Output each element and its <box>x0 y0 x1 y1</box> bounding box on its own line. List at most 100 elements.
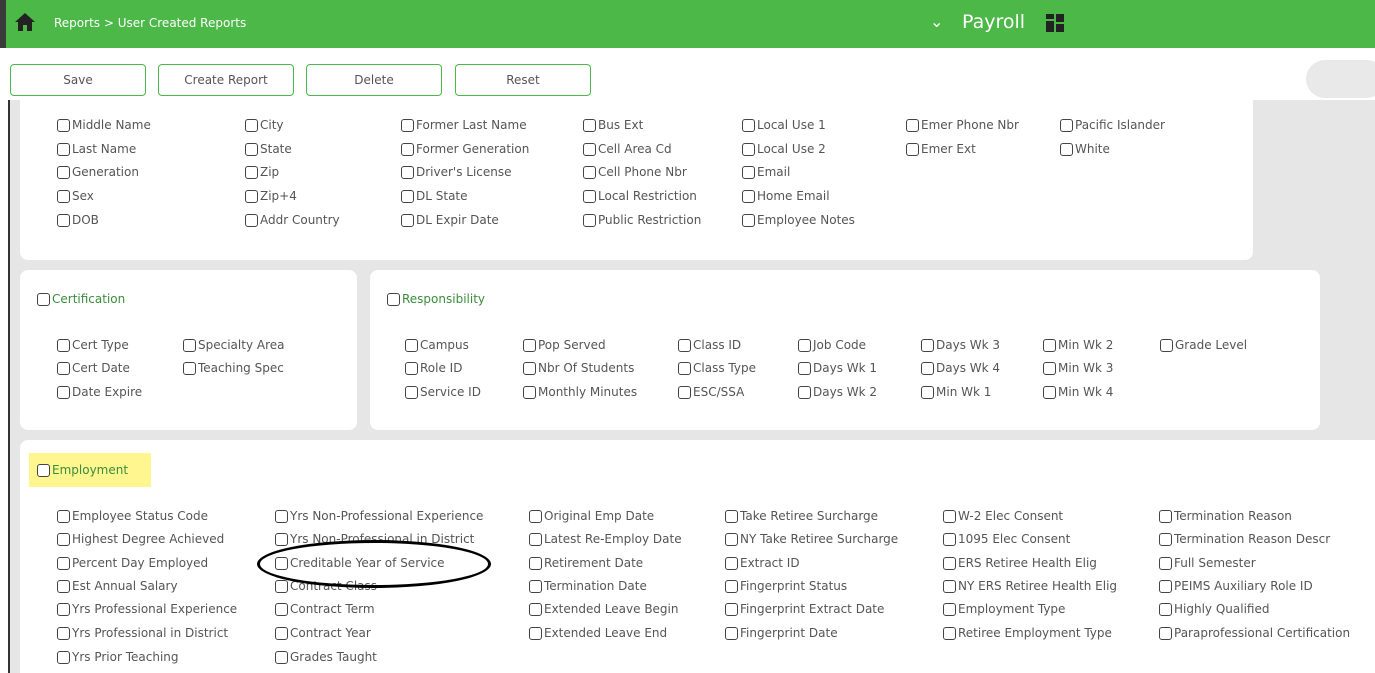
checkbox[interactable] <box>405 361 418 375</box>
checkbox-fingerprint-status[interactable]: Fingerprint Status <box>725 579 847 593</box>
checkbox-yrs-professional-experience[interactable]: Yrs Professional Experience <box>57 602 237 616</box>
checkbox[interactable] <box>725 579 738 593</box>
checkbox[interactable] <box>1043 338 1056 352</box>
checkbox-pacific-islander[interactable]: Pacific Islander <box>1060 118 1165 132</box>
checkbox-days-wk-1[interactable]: Days Wk 1 <box>798 361 877 375</box>
checkbox[interactable] <box>401 165 414 179</box>
checkbox-retirement-date[interactable]: Retirement Date <box>529 556 643 570</box>
checkbox-cell-phone-nbr[interactable]: Cell Phone Nbr <box>583 165 687 179</box>
checkbox[interactable] <box>1043 361 1056 375</box>
checkbox[interactable] <box>57 213 70 227</box>
search-pill[interactable] <box>1306 60 1375 98</box>
checkbox[interactable] <box>1159 509 1172 523</box>
checkbox[interactable] <box>906 142 919 156</box>
delete-button[interactable]: Delete <box>306 64 442 96</box>
checkbox-generation[interactable]: Generation <box>57 165 139 179</box>
checkbox-former-last-name[interactable]: Former Last Name <box>401 118 527 132</box>
checkbox[interactable] <box>943 579 956 593</box>
checkbox[interactable] <box>57 532 70 546</box>
checkbox[interactable] <box>275 650 288 664</box>
checkbox-highly-qualified[interactable]: Highly Qualified <box>1159 602 1269 616</box>
checkbox-grades-taught[interactable]: Grades Taught <box>275 650 377 664</box>
checkbox-retiree-employment-type[interactable]: Retiree Employment Type <box>943 626 1112 640</box>
checkbox-certification-section[interactable]: Certification <box>37 292 125 306</box>
checkbox[interactable] <box>678 385 691 399</box>
checkbox-employee-status-code[interactable]: Employee Status Code <box>57 509 208 523</box>
checkbox-min-wk-1[interactable]: Min Wk 1 <box>921 385 991 399</box>
checkbox-local-restriction[interactable]: Local Restriction <box>583 189 697 203</box>
home-icon[interactable] <box>14 12 36 32</box>
checkbox[interactable] <box>583 142 596 156</box>
checkbox[interactable] <box>275 602 288 616</box>
save-button[interactable]: Save <box>10 64 146 96</box>
checkbox[interactable] <box>275 509 288 523</box>
checkbox-cert-date[interactable]: Cert Date <box>57 361 130 375</box>
checkbox[interactable] <box>943 626 956 640</box>
checkbox-extract-id[interactable]: Extract ID <box>725 556 800 570</box>
checkbox[interactable] <box>1159 626 1172 640</box>
checkbox[interactable] <box>943 509 956 523</box>
checkbox[interactable] <box>583 213 596 227</box>
checkbox-latest-re-employ-date[interactable]: Latest Re-Employ Date <box>529 532 682 546</box>
checkbox-campus[interactable]: Campus <box>405 338 469 352</box>
checkbox[interactable] <box>387 292 400 306</box>
checkbox-employee-notes[interactable]: Employee Notes <box>742 213 855 227</box>
checkbox[interactable] <box>57 118 70 132</box>
checkbox-former-generation[interactable]: Former Generation <box>401 142 529 156</box>
checkbox[interactable] <box>742 213 755 227</box>
checkbox-responsibility-section[interactable]: Responsibility <box>387 292 485 306</box>
checkbox-termination-reason-descr[interactable]: Termination Reason Descr <box>1159 532 1330 546</box>
create-report-button[interactable]: Create Report <box>158 64 294 96</box>
checkbox[interactable] <box>1060 118 1073 132</box>
checkbox-ny-ers-retiree-health-elig[interactable]: NY ERS Retiree Health Elig <box>943 579 1117 593</box>
checkbox[interactable] <box>906 118 919 132</box>
checkbox-middle-name[interactable]: Middle Name <box>57 118 151 132</box>
checkbox[interactable] <box>275 532 288 546</box>
checkbox[interactable] <box>529 626 542 640</box>
checkbox[interactable] <box>1160 338 1173 352</box>
checkbox-cell-area-cd[interactable]: Cell Area Cd <box>583 142 672 156</box>
checkbox[interactable] <box>583 118 596 132</box>
checkbox[interactable] <box>401 142 414 156</box>
checkbox-email[interactable]: Email <box>742 165 790 179</box>
checkbox-job-code[interactable]: Job Code <box>798 338 866 352</box>
checkbox[interactable] <box>57 602 70 616</box>
checkbox[interactable] <box>183 338 196 352</box>
checkbox-yrs-non-prof-experience[interactable]: Yrs Non-Professional Experience <box>275 509 483 523</box>
checkbox[interactable] <box>57 165 70 179</box>
checkbox[interactable] <box>1060 142 1073 156</box>
checkbox[interactable] <box>405 338 418 352</box>
checkbox[interactable] <box>798 361 811 375</box>
checkbox[interactable] <box>37 463 50 477</box>
checkbox[interactable] <box>725 532 738 546</box>
checkbox[interactable] <box>275 579 288 593</box>
checkbox-fingerprint-extract-date[interactable]: Fingerprint Extract Date <box>725 602 884 616</box>
checkbox[interactable] <box>245 165 258 179</box>
checkbox-addr-country[interactable]: Addr Country <box>245 213 340 227</box>
checkbox[interactable] <box>245 142 258 156</box>
checkbox[interactable] <box>1043 385 1056 399</box>
checkbox-class-type[interactable]: Class Type <box>678 361 756 375</box>
checkbox-zip4[interactable]: Zip+4 <box>245 189 297 203</box>
checkbox-pop-served[interactable]: Pop Served <box>523 338 606 352</box>
checkbox-extended-leave-end[interactable]: Extended Leave End <box>529 626 667 640</box>
checkbox-home-email[interactable]: Home Email <box>742 189 830 203</box>
checkbox-highest-degree-achieved[interactable]: Highest Degree Achieved <box>57 532 224 546</box>
checkbox-monthly-minutes[interactable]: Monthly Minutes <box>523 385 637 399</box>
checkbox-yrs-professional-in-district[interactable]: Yrs Professional in District <box>57 626 228 640</box>
checkbox[interactable] <box>401 213 414 227</box>
checkbox-local-use-2[interactable]: Local Use 2 <box>742 142 826 156</box>
checkbox[interactable] <box>245 189 258 203</box>
checkbox[interactable] <box>57 338 70 352</box>
checkbox-ers-retiree-health-elig[interactable]: ERS Retiree Health Elig <box>943 556 1097 570</box>
checkbox[interactable] <box>57 626 70 640</box>
checkbox[interactable] <box>529 579 542 593</box>
checkbox-specialty-area[interactable]: Specialty Area <box>183 338 284 352</box>
checkbox-emer-phone-nbr[interactable]: Emer Phone Nbr <box>906 118 1019 132</box>
checkbox-yrs-prior-teaching[interactable]: Yrs Prior Teaching <box>57 650 179 664</box>
checkbox-employment-type[interactable]: Employment Type <box>943 602 1065 616</box>
checkbox[interactable] <box>57 579 70 593</box>
chevron-down-icon[interactable]: ⌄ <box>930 12 943 31</box>
checkbox[interactable] <box>405 385 418 399</box>
checkbox[interactable] <box>275 626 288 640</box>
